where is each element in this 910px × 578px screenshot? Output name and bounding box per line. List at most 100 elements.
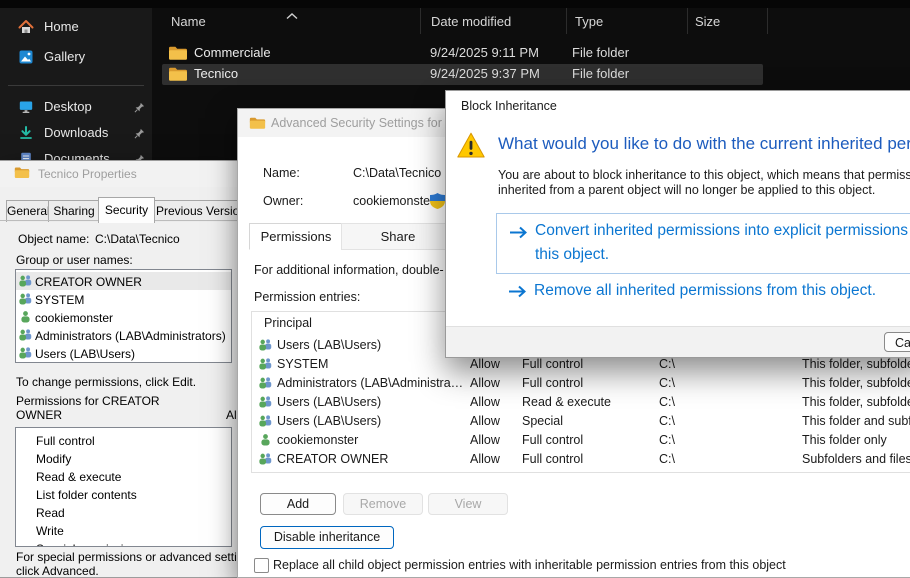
replace-child-permissions-label: Replace all child object permission entr… bbox=[273, 558, 786, 572]
table-row[interactable]: cookiemonster Allow Full control C:\ Thi… bbox=[252, 431, 910, 450]
list-item[interactable]: Users (LAB\Users) bbox=[16, 344, 231, 362]
tab-permissions[interactable]: Permissions bbox=[249, 223, 343, 250]
warning-icon bbox=[456, 131, 486, 160]
list-item[interactable]: Read bbox=[16, 504, 231, 522]
pin-icon bbox=[134, 127, 145, 138]
sidebar-item-label: Desktop bbox=[44, 99, 92, 114]
cell-access: Full control bbox=[522, 376, 583, 390]
properties-titlebar[interactable]: Tecnico Properties bbox=[0, 161, 238, 187]
list-item[interactable]: CREATOR OWNER bbox=[16, 272, 231, 290]
file-row-tecnico[interactable]: Tecnico 9/24/2025 9:37 PM File folder bbox=[0, 64, 910, 85]
cell-principal: Users (LAB\Users) bbox=[277, 414, 465, 428]
tab-security[interactable]: Security bbox=[98, 197, 155, 223]
file-name: Tecnico bbox=[194, 66, 238, 81]
user-icon bbox=[258, 433, 273, 446]
list-item[interactable]: Special permissions bbox=[16, 540, 231, 547]
cell-principal: SYSTEM bbox=[277, 357, 465, 371]
tab-sharing[interactable]: Sharing bbox=[48, 200, 100, 222]
permissions-list[interactable]: Full control Modify Read & execute List … bbox=[15, 427, 232, 547]
table-row[interactable]: Users (LAB\Users) Allow Read & execute C… bbox=[252, 393, 910, 412]
cell-principal: cookiemonster bbox=[277, 433, 465, 447]
cell-type: Allow bbox=[470, 376, 500, 390]
owner-value: cookiemonster bbox=[353, 194, 434, 208]
column-divider[interactable] bbox=[767, 8, 768, 34]
list-item[interactable]: Read & execute bbox=[16, 468, 231, 486]
cell-inherited-from: C:\ bbox=[659, 433, 675, 447]
convert-permissions-option[interactable]: Convert inherited permissions into expli… bbox=[496, 213, 910, 274]
sidebar-item-desktop[interactable]: Desktop bbox=[6, 94, 146, 120]
cell-principal: Administrators (LAB\Administrators) bbox=[277, 376, 465, 390]
cell-inherited-from: C:\ bbox=[659, 376, 675, 390]
list-item[interactable]: Full control bbox=[16, 432, 231, 450]
column-header-size[interactable]: Size bbox=[695, 14, 720, 29]
block-dialog-footer: Cancel bbox=[446, 326, 910, 357]
table-row[interactable]: Users (LAB\Users) Allow Special C:\ This… bbox=[252, 412, 910, 431]
group-icon bbox=[18, 328, 33, 341]
table-row[interactable]: CREATOR OWNER Allow Full control C:\ Sub… bbox=[252, 450, 910, 469]
desktop-icon bbox=[18, 99, 34, 115]
properties-title: Tecnico Properties bbox=[38, 167, 137, 181]
sidebar-separator bbox=[8, 85, 144, 86]
remove-button[interactable]: Remove bbox=[343, 493, 423, 515]
file-name: Commerciale bbox=[194, 45, 271, 60]
list-item[interactable]: Write bbox=[16, 522, 231, 540]
group-icon bbox=[258, 452, 273, 465]
principal-name: Users (LAB\Users) bbox=[35, 345, 135, 363]
sidebar-item-label: Downloads bbox=[44, 125, 108, 140]
list-item[interactable]: List folder contents bbox=[16, 486, 231, 504]
cell-principal: Users (LAB\Users) bbox=[277, 395, 465, 409]
uac-shield-icon bbox=[429, 192, 446, 209]
file-type: File folder bbox=[572, 45, 629, 60]
folder-icon bbox=[14, 166, 30, 179]
cell-inherited-from: C:\ bbox=[659, 452, 675, 466]
principal-name: Administrators (LAB\Administrators) bbox=[35, 327, 226, 345]
cell-principal: CREATOR OWNER bbox=[277, 452, 465, 466]
column-header-date[interactable]: Date modified bbox=[431, 14, 511, 29]
tab-general[interactable]: General bbox=[6, 200, 50, 222]
cell-access: Full control bbox=[522, 452, 583, 466]
sort-ascending-icon[interactable] bbox=[286, 7, 298, 25]
column-header-name[interactable]: Name bbox=[171, 14, 206, 29]
cell-type: Allow bbox=[470, 452, 500, 466]
list-item[interactable]: Modify bbox=[16, 450, 231, 468]
tab-share[interactable]: Share bbox=[341, 223, 455, 250]
cell-applies-to: This folder and subfolders bbox=[802, 414, 910, 428]
list-item[interactable]: cookiemonster bbox=[16, 308, 231, 326]
file-row-commerciale[interactable]: Commerciale 9/24/2025 9:11 PM File folde… bbox=[0, 43, 910, 64]
block-dialog-heading: What would you like to do with the curre… bbox=[498, 134, 910, 154]
cancel-button[interactable]: Cancel bbox=[884, 332, 910, 352]
disable-inheritance-button[interactable]: Disable inheritance bbox=[260, 526, 394, 549]
sidebar-item-downloads[interactable]: Downloads bbox=[6, 120, 146, 146]
column-divider[interactable] bbox=[420, 8, 421, 34]
group-icon bbox=[258, 395, 273, 408]
list-item[interactable]: Administrators (LAB\Administrators) bbox=[16, 326, 231, 344]
command-arrow-icon bbox=[509, 226, 529, 244]
group-icon bbox=[258, 338, 273, 351]
block-dialog-body-line1: You are about to block inheritance to th… bbox=[498, 168, 910, 182]
table-row[interactable]: Administrators (LAB\Administrators) Allo… bbox=[252, 374, 910, 393]
remove-permissions-option[interactable]: Remove all inherited permissions from th… bbox=[496, 281, 910, 305]
principal-column-header[interactable]: Principal bbox=[264, 316, 312, 330]
add-button[interactable]: Add bbox=[260, 493, 336, 515]
column-divider[interactable] bbox=[687, 8, 688, 34]
folder-icon bbox=[168, 66, 188, 82]
cell-inherited-from: C:\ bbox=[659, 395, 675, 409]
group-user-list[interactable]: CREATOR OWNER SYSTEM cookiemonster Admin… bbox=[15, 269, 232, 363]
group-icon bbox=[18, 292, 33, 305]
permissions-for-label-line1: Permissions for CREATOR bbox=[16, 394, 160, 408]
file-type: File folder bbox=[572, 66, 629, 81]
column-header-type[interactable]: Type bbox=[575, 14, 603, 29]
block-inheritance-title: Block Inheritance bbox=[461, 99, 557, 113]
cell-applies-to: This folder only bbox=[802, 433, 887, 447]
command-arrow-icon bbox=[508, 285, 528, 303]
view-button[interactable]: View bbox=[428, 493, 508, 515]
pin-icon bbox=[134, 101, 145, 112]
sidebar-item-home[interactable]: Home bbox=[6, 14, 146, 40]
replace-child-permissions-checkbox[interactable] bbox=[254, 558, 269, 573]
column-divider[interactable] bbox=[566, 8, 567, 34]
group-icon bbox=[18, 346, 33, 359]
group-icon bbox=[258, 376, 273, 389]
cell-access: Special bbox=[522, 414, 563, 428]
list-item[interactable]: SYSTEM bbox=[16, 290, 231, 308]
folder-icon bbox=[168, 45, 188, 61]
